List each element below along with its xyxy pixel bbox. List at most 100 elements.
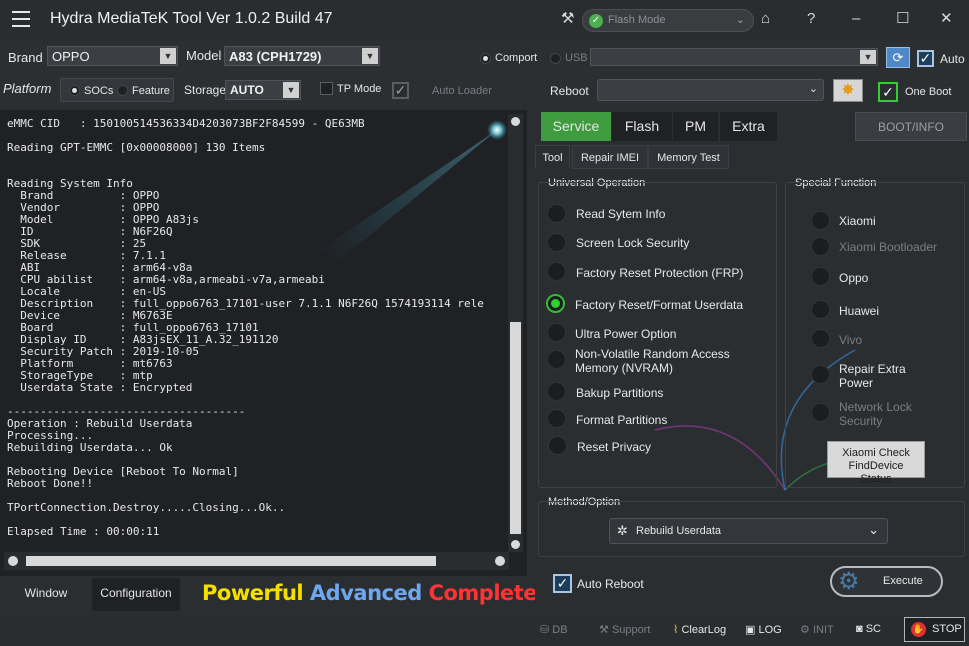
option-nvram[interactable]: Non-Volatile Random Access Memory (NVRAM… bbox=[575, 347, 765, 375]
port-select[interactable]: ▼ bbox=[590, 48, 878, 66]
option-ultra-power-radio[interactable] bbox=[547, 323, 566, 342]
refresh-button[interactable]: ⟳ bbox=[886, 47, 910, 68]
subtab-repair-imei[interactable]: Repair IMEI bbox=[572, 145, 648, 169]
statusbar-log[interactable]: ▣ LOG bbox=[745, 623, 782, 636]
statusbar-init[interactable]: ⚙ INIT bbox=[800, 623, 834, 636]
special-xiaomi-radio[interactable] bbox=[811, 211, 830, 230]
tp-mode-checkbox[interactable] bbox=[320, 82, 333, 95]
storage-select[interactable]: AUTO ▼ bbox=[225, 80, 301, 100]
execute-label: Execute bbox=[883, 575, 923, 587]
save-icon: ▣ bbox=[745, 624, 756, 636]
option-nvram-radio[interactable] bbox=[547, 350, 566, 369]
auto-loader-checkbox[interactable]: ✓ bbox=[392, 82, 409, 99]
model-select[interactable]: A83 (CPH1729) ▼ bbox=[224, 46, 380, 66]
tab-window[interactable]: Window bbox=[4, 578, 88, 611]
socs-radio[interactable] bbox=[69, 85, 80, 96]
help-icon[interactable]: ? bbox=[807, 9, 815, 29]
subtab-tool[interactable]: Tool bbox=[535, 145, 570, 169]
scroll-up-icon[interactable] bbox=[511, 117, 520, 126]
maximize-icon[interactable]: ☐ bbox=[896, 9, 909, 29]
log-horizontal-thumb[interactable] bbox=[26, 556, 436, 566]
socs-label: SOCs bbox=[84, 85, 114, 97]
platform-label: Platform bbox=[3, 81, 52, 96]
chevron-down-icon: ⌄ bbox=[735, 14, 745, 26]
feature-radio[interactable] bbox=[117, 85, 128, 96]
home-icon[interactable]: ⌂ bbox=[761, 9, 770, 29]
statusbar-log-label: LOG bbox=[758, 624, 782, 636]
option-format-partitions-radio[interactable] bbox=[547, 409, 566, 428]
special-vivo-radio[interactable] bbox=[811, 329, 830, 348]
method-select[interactable]: ✲ Rebuild Userdata ⌄ bbox=[609, 518, 888, 544]
option-reset-privacy-radio[interactable] bbox=[548, 436, 567, 455]
statusbar-support[interactable]: ⚒ Support bbox=[599, 623, 650, 636]
camera-icon: ◙ bbox=[856, 623, 863, 635]
special-repair-extra-power[interactable]: Repair Extra Power bbox=[839, 362, 929, 390]
log-vertical-thumb[interactable] bbox=[510, 322, 521, 534]
reboot-label: Reboot bbox=[550, 84, 589, 98]
statusbar-clearlog[interactable]: ⌇ ClearLog bbox=[673, 623, 726, 636]
option-screen-lock-radio[interactable] bbox=[547, 233, 566, 252]
statusbar-sc[interactable]: ◙ SC bbox=[856, 623, 881, 635]
chevron-down-icon: ⌄ bbox=[808, 83, 818, 95]
statusbar-clearlog-label: ClearLog bbox=[681, 624, 727, 636]
minimize-icon[interactable]: – bbox=[852, 9, 860, 29]
auto-reboot-checkbox[interactable]: ✓ bbox=[553, 574, 572, 593]
scroll-left-icon[interactable] bbox=[8, 556, 18, 566]
option-factory-reset[interactable]: Factory Reset/Format Userdata bbox=[575, 298, 743, 312]
one-boot-checkbox[interactable]: ✓ bbox=[878, 82, 898, 102]
special-xiaomi-bootloader[interactable]: Xiaomi Bootloader bbox=[839, 240, 937, 254]
scroll-right-icon[interactable] bbox=[495, 556, 505, 566]
option-ultra-power[interactable]: Ultra Power Option bbox=[575, 327, 676, 341]
shovel-icon[interactable]: ⚒ bbox=[561, 9, 574, 29]
tab-extra[interactable]: Extra bbox=[720, 112, 777, 141]
reboot-select[interactable]: ⌄ bbox=[597, 79, 824, 101]
auto-checkbox[interactable]: ✓ bbox=[917, 50, 934, 67]
tab-service[interactable]: Service bbox=[541, 112, 611, 141]
special-oppo[interactable]: Oppo bbox=[839, 271, 868, 285]
tab-pm[interactable]: PM bbox=[673, 112, 718, 141]
option-frp[interactable]: Factory Reset Protection (FRP) bbox=[576, 266, 743, 280]
usb-label: USB bbox=[565, 52, 588, 64]
option-screen-lock[interactable]: Screen Lock Security bbox=[576, 236, 689, 250]
comport-radio[interactable] bbox=[480, 53, 491, 64]
special-xiaomi[interactable]: Xiaomi bbox=[839, 214, 876, 228]
special-huawei-radio[interactable] bbox=[811, 300, 830, 319]
menu-icon[interactable] bbox=[12, 11, 30, 27]
option-factory-reset-radio[interactable] bbox=[546, 294, 565, 313]
execute-button[interactable]: ⚙ Execute bbox=[830, 566, 943, 597]
tab-configuration[interactable]: Configuration bbox=[92, 578, 180, 611]
special-network-lock-radio[interactable] bbox=[811, 403, 830, 422]
settings-gear-button[interactable]: ✸ bbox=[833, 79, 863, 102]
gear-icon: ✲ bbox=[617, 523, 628, 538]
special-network-lock[interactable]: Network Lock Security bbox=[839, 400, 939, 428]
option-read-system-info-radio[interactable] bbox=[547, 204, 566, 223]
option-reset-privacy[interactable]: Reset Privacy bbox=[577, 440, 651, 454]
option-backup-partitions-radio[interactable] bbox=[547, 382, 566, 401]
auto-label: Auto bbox=[940, 52, 965, 66]
statusbar-init-label: INIT bbox=[812, 624, 834, 636]
close-icon[interactable]: ✕ bbox=[940, 9, 953, 29]
gear-icon: ⚙ bbox=[800, 624, 810, 636]
special-oppo-radio[interactable] bbox=[811, 267, 830, 286]
mode-select[interactable]: ✓ Flash Mode ⌄ bbox=[582, 9, 754, 32]
option-frp-radio[interactable] bbox=[547, 262, 566, 281]
boot-info-button[interactable]: BOOT/INFO bbox=[855, 112, 967, 141]
stop-button[interactable]: ✋ STOP bbox=[904, 617, 965, 642]
option-read-system-info[interactable]: Read Sytem Info bbox=[576, 207, 665, 221]
feature-label: Feature bbox=[132, 85, 170, 97]
option-format-partitions[interactable]: Format Partitions bbox=[576, 413, 667, 427]
chevron-down-icon: ▼ bbox=[860, 50, 876, 64]
special-xiaomi-bootloader-radio[interactable] bbox=[811, 237, 830, 256]
scroll-down-icon[interactable] bbox=[511, 540, 520, 549]
special-vivo[interactable]: Vivo bbox=[839, 333, 862, 347]
subtab-memory-test[interactable]: Memory Test bbox=[648, 145, 729, 169]
xiaomi-check-button[interactable]: Xiaomi Check FindDevice Status bbox=[827, 441, 925, 485]
statusbar-db[interactable]: ⛁ DB bbox=[540, 623, 568, 636]
usb-radio[interactable] bbox=[550, 53, 561, 64]
special-repair-extra-power-radio[interactable] bbox=[811, 365, 830, 384]
option-backup-partitions[interactable]: Bakup Partitions bbox=[576, 386, 663, 400]
check-icon: ✓ bbox=[589, 14, 603, 28]
brand-select[interactable]: OPPO ▼ bbox=[47, 46, 178, 66]
tab-flash[interactable]: Flash bbox=[612, 112, 672, 141]
special-huawei[interactable]: Huawei bbox=[839, 304, 879, 318]
